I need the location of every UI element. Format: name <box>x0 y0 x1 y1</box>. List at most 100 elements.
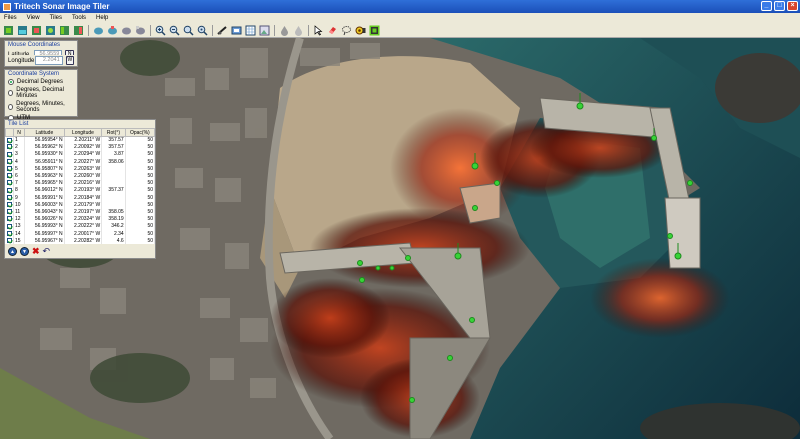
radio-degrees-minutes-seconds[interactable]: Degrees, Minutes, Seconds <box>5 100 77 114</box>
tile-visible-checkbox[interactable] <box>7 137 12 143</box>
tile-icon[interactable] <box>44 24 57 37</box>
zoom-in-icon[interactable] <box>154 24 167 37</box>
table-row[interactable]: 13 56.95993° N 2.20222° W 346.2 50 <box>5 222 156 230</box>
tile-visible-checkbox[interactable] <box>7 180 12 186</box>
tile-icon[interactable] <box>92 24 105 37</box>
zoom-fit-icon[interactable] <box>182 24 195 37</box>
zoom-reset-icon[interactable] <box>196 24 209 37</box>
tile-checkbox-cell[interactable] <box>5 237 14 245</box>
menu-tools[interactable]: Tools <box>72 15 86 21</box>
table-row[interactable]: 4 56.95911° N 2.20227° W 358.06 50 <box>5 158 156 166</box>
table-row[interactable]: 6 56.95963° N 2.20260° W 50 <box>5 172 156 180</box>
maximize-button[interactable]: □ <box>774 1 785 11</box>
table-row[interactable]: 1 56.95954° N 2.20211° W 357.57 50 <box>5 136 156 144</box>
table-row[interactable]: 10 56.96003° N 2.20179° W 50 <box>5 201 156 209</box>
tile-visible-checkbox[interactable] <box>7 209 12 215</box>
table-row[interactable]: 2 56.95962° N 2.20092° W 357.57 50 <box>5 143 156 151</box>
tile-icon[interactable] <box>106 24 119 37</box>
tile-visible-checkbox[interactable] <box>7 158 12 164</box>
sensor-icon[interactable] <box>354 24 367 37</box>
table-row[interactable]: 3 56.95930° N 2.20294° W 3.87 50 <box>5 150 156 159</box>
table-row[interactable]: 5 56.95807° N 2.20263° W 50 <box>5 165 156 173</box>
close-button[interactable]: × <box>787 1 798 11</box>
tile-checkbox-cell[interactable] <box>5 208 14 216</box>
tile-icon[interactable] <box>16 24 29 37</box>
tile-visible-checkbox[interactable] <box>7 166 12 172</box>
radio-button-selected[interactable] <box>8 79 14 85</box>
tile-list-panel: Tile List N Latitude Longitude Rot(°) Op… <box>4 119 156 259</box>
table-row[interactable]: 11 56.96043° N 2.20197° W 358.05 50 <box>5 208 156 216</box>
column-header[interactable]: Latitude <box>24 128 65 137</box>
tile-icon[interactable] <box>58 24 71 37</box>
undo-icon[interactable]: ↶ <box>43 246 51 257</box>
tile-checkbox-cell[interactable] <box>5 194 14 202</box>
image-icon[interactable] <box>258 24 271 37</box>
tile-visible-checkbox[interactable] <box>7 201 12 207</box>
delete-icon[interactable]: ✖ <box>32 246 40 257</box>
hemisphere-w-button[interactable]: W <box>65 56 74 65</box>
eraser-icon[interactable] <box>326 24 339 37</box>
minimize-button[interactable]: _ <box>761 1 772 11</box>
tile-icon[interactable] <box>120 24 133 37</box>
sonar-icon[interactable] <box>216 24 229 37</box>
grid-icon[interactable] <box>244 24 257 37</box>
table-row[interactable]: 9 56.95991° N 2.20184° W 50 <box>5 194 156 202</box>
tile-icon[interactable] <box>134 24 147 37</box>
tile-checkbox-cell[interactable] <box>5 158 14 166</box>
zoom-out-icon[interactable] <box>168 24 181 37</box>
tile-visible-checkbox[interactable] <box>7 187 12 193</box>
radio-button[interactable] <box>8 90 14 96</box>
tile-visible-checkbox[interactable] <box>7 144 12 150</box>
menu-tiles[interactable]: Tiles <box>50 15 62 21</box>
tile-icon[interactable] <box>2 24 15 37</box>
tile-visible-checkbox[interactable] <box>7 216 12 222</box>
tile-checkbox-cell[interactable] <box>5 215 14 223</box>
tile-visible-checkbox[interactable] <box>7 151 12 157</box>
tile-checkbox-cell[interactable] <box>5 143 14 151</box>
tile-visible-checkbox[interactable] <box>7 173 12 179</box>
menu-help[interactable]: Help <box>96 15 108 21</box>
lasso-icon[interactable] <box>340 24 353 37</box>
tile-checkbox-cell[interactable] <box>5 136 14 144</box>
column-header[interactable]: Opac(%) <box>124 128 156 137</box>
column-header[interactable]: Longitude <box>63 128 103 137</box>
tile-checkbox-cell[interactable] <box>5 222 14 230</box>
table-row[interactable]: 7 56.95965° N 2.20216° W 50 <box>5 179 156 187</box>
radio-decimal-degrees[interactable]: Decimal Degrees <box>5 78 77 86</box>
pointer-icon[interactable] <box>312 24 325 37</box>
tile-icon[interactable] <box>72 24 85 37</box>
menu-view[interactable]: View <box>27 15 40 21</box>
table-row[interactable]: 14 56.95997° N 2.20017° W 2.34 50 <box>5 229 156 238</box>
table-cell: 357.57 <box>101 136 126 144</box>
menu-bar: Files View Tiles Tools Help <box>0 13 800 23</box>
table-row[interactable]: 12 56.96026° N 2.20324° W 358.19 50 <box>5 215 156 223</box>
table-row[interactable]: 15 56.95967° N 2.20282° W 4.6 50 <box>5 237 156 245</box>
select-icon[interactable] <box>368 24 381 37</box>
tile-checkbox-cell[interactable] <box>5 172 14 180</box>
longitude-field[interactable]: 2.2041 <box>35 56 63 65</box>
window-title: Tritech Sonar Image Tiler <box>14 2 110 11</box>
column-header[interactable]: Rot(°) <box>101 128 126 137</box>
tile-checkbox-cell[interactable] <box>5 186 14 194</box>
tile-visible-checkbox[interactable] <box>7 230 12 236</box>
tile-checkbox-cell[interactable] <box>5 150 14 159</box>
radio-button[interactable] <box>8 104 14 110</box>
droplet-icon[interactable] <box>292 24 305 37</box>
menu-files[interactable]: Files <box>4 15 17 21</box>
layers-icon[interactable] <box>230 24 243 37</box>
tile-icon[interactable] <box>30 24 43 37</box>
tile-checkbox-cell[interactable] <box>5 229 14 238</box>
move-down-button[interactable]: ▼ <box>20 247 29 257</box>
column-header[interactable]: N <box>13 128 25 137</box>
tile-visible-checkbox[interactable] <box>7 194 12 200</box>
tile-visible-checkbox[interactable] <box>7 223 12 229</box>
droplet-icon[interactable] <box>278 24 291 37</box>
tile-checkbox-cell[interactable] <box>5 201 14 209</box>
move-up-button[interactable]: ▲ <box>8 247 17 257</box>
option-label: Degrees, Decimal Minutes <box>16 87 64 99</box>
radio-degrees-decimal-minutes[interactable]: Degrees, Decimal Minutes <box>5 86 77 100</box>
tile-checkbox-cell[interactable] <box>5 179 14 187</box>
tile-checkbox-cell[interactable] <box>5 165 14 173</box>
table-row[interactable]: 8 56.96012° N 2.20193° W 357.37 50 <box>5 186 156 194</box>
tile-visible-checkbox[interactable] <box>7 237 12 243</box>
